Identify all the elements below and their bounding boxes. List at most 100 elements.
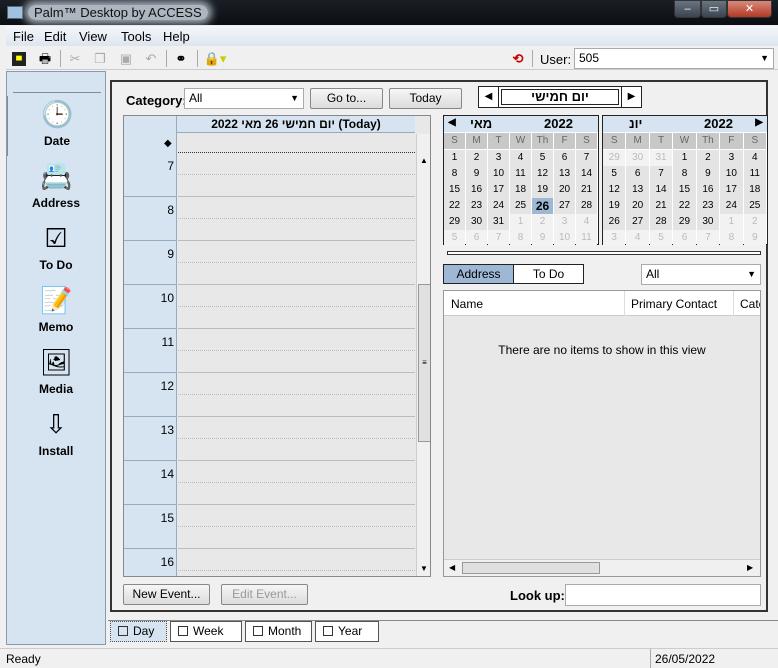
next-month-button[interactable]: ▶ [755,117,763,128]
calendar-day[interactable]: 27 [554,198,575,214]
copy-icon[interactable]: ❐ [91,50,109,67]
calendar-day[interactable]: 30 [626,150,649,166]
calendar-day[interactable]: 17 [488,182,509,198]
calendar-day[interactable]: 9 [743,230,766,246]
calendar-day[interactable]: 15 [444,182,465,198]
calendar-day[interactable]: 10 [720,166,743,182]
user-select[interactable]: 505 ▼ [574,48,774,69]
time-slot[interactable] [178,351,415,373]
lookup-input[interactable] [565,584,761,606]
tab-address[interactable]: Address [443,264,514,284]
save-icon[interactable]: ▀ [12,52,26,66]
calendar-day[interactable]: 5 [649,230,673,246]
calendar-day[interactable]: 7 [576,150,597,166]
calendar-day[interactable]: 20 [554,182,575,198]
calendar-day[interactable]: 25 [743,198,766,214]
lock-icon[interactable]: 🔒▾ [203,50,227,67]
calendar-day[interactable]: 30 [696,214,720,230]
calendar-day[interactable]: 23 [696,198,720,214]
column-category[interactable]: Cate [733,291,760,316]
time-slot[interactable] [178,153,415,175]
calendar-day[interactable]: 3 [488,150,509,166]
time-slot[interactable] [178,505,415,527]
calendar-day[interactable]: 10 [488,166,509,182]
calendar-day[interactable]: 22 [444,198,465,214]
hotsync-icon[interactable]: ⟲ [509,50,527,67]
menu-view[interactable]: View [79,29,107,44]
prev-month-button[interactable]: ◀ [448,117,456,128]
goto-button[interactable]: Go to... [310,88,383,109]
calendar-day[interactable]: 9 [532,230,553,246]
calendar-day[interactable]: 21 [649,198,673,214]
calendar-day[interactable]: 7 [649,166,673,182]
calendar-day[interactable]: 7 [696,230,720,246]
time-slot[interactable] [178,395,415,417]
time-slot[interactable] [178,527,415,549]
untimed-row[interactable] [178,134,415,153]
calendar-day[interactable]: 3 [720,150,743,166]
category-select[interactable]: All ▼ [184,88,304,109]
horizontal-scrollbar[interactable]: ◀ ▶ [444,559,760,576]
paste-icon[interactable]: ▣ [117,50,135,67]
tab-week[interactable]: Week [170,621,242,642]
calendar-day[interactable]: 12 [532,166,553,182]
calendar-day[interactable]: 12 [603,182,626,198]
prev-day-button[interactable]: ◀ [479,87,499,107]
calendar-day[interactable]: 8 [673,166,696,182]
calendar-day[interactable]: 7 [488,230,509,246]
time-slot[interactable] [178,571,415,576]
scroll-down-icon[interactable]: ▼ [420,564,428,573]
calendar-day[interactable]: 24 [720,198,743,214]
minimize-button[interactable]: – [674,0,701,18]
menu-edit[interactable]: Edit [44,29,66,44]
calendar-day[interactable]: 30 [466,214,487,230]
calendar-day[interactable]: 26 [532,198,553,214]
tab-todo[interactable]: To Do [513,264,584,284]
calendar-day[interactable]: 5 [444,230,465,246]
time-slot[interactable] [178,373,415,395]
menu-file[interactable]: File [13,29,34,44]
calendar-day[interactable]: 6 [466,230,487,246]
calendar-day[interactable]: 19 [603,198,626,214]
time-slot[interactable] [178,285,415,307]
calendar-day[interactable]: 27 [626,214,649,230]
calendar-day[interactable]: 5 [603,166,626,182]
calendar-day[interactable]: 9 [696,166,720,182]
calendar-day[interactable]: 16 [466,182,487,198]
calendar-day[interactable]: 31 [488,214,509,230]
time-slot[interactable] [178,263,415,285]
time-slot[interactable] [178,241,415,263]
sidebar-item-todo[interactable]: ☑ To Do [7,220,105,280]
time-slot[interactable] [178,175,415,197]
next-day-button[interactable]: ▶ [621,87,641,107]
calendar-day[interactable]: 29 [673,214,696,230]
calendar-day[interactable]: 6 [626,166,649,182]
calendar-day[interactable]: 1 [444,150,465,166]
calendar-day[interactable]: 8 [510,230,531,246]
calendar-day[interactable]: 4 [743,150,766,166]
calendar-day[interactable]: 11 [743,166,766,182]
menu-tools[interactable]: Tools [121,29,151,44]
calendar-day[interactable]: 18 [743,182,766,198]
time-slot[interactable] [178,197,415,219]
calendar-day[interactable]: 19 [532,182,553,198]
time-slot[interactable] [178,549,415,571]
calendar-day[interactable]: 14 [576,166,597,182]
calendar-day[interactable]: 29 [444,214,465,230]
time-slot[interactable] [178,219,415,241]
edit-event-button[interactable]: Edit Event... [221,584,308,605]
scroll-thumb[interactable]: ≡ [418,284,430,442]
calendar-day[interactable]: 26 [603,214,626,230]
calendar-day[interactable]: 20 [626,198,649,214]
list-filter-select[interactable]: All ▼ [641,264,761,285]
calendar-day[interactable]: 10 [554,230,575,246]
calendar-day[interactable]: 4 [576,214,597,230]
sidebar-item-memo[interactable]: 📝 Memo [7,282,105,342]
sidebar-item-install[interactable]: ⇩ Install [7,406,105,466]
menu-help[interactable]: Help [163,29,190,44]
calendar-day[interactable]: 13 [554,166,575,182]
calendar-day[interactable]: 17 [720,182,743,198]
calendar-day[interactable]: 11 [576,230,597,246]
calendar-day[interactable]: 4 [510,150,531,166]
calendar-day[interactable]: 28 [649,214,673,230]
